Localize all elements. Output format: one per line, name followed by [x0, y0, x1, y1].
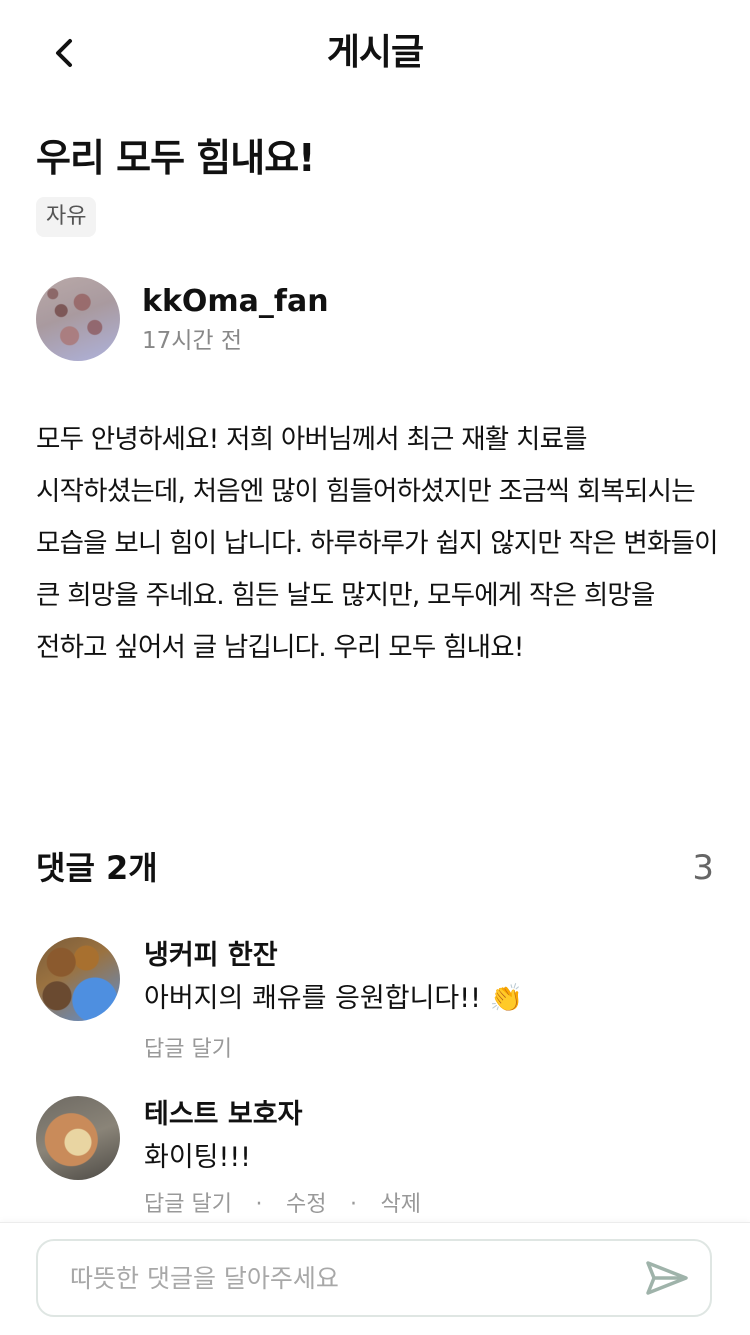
comment-actions: 답글 달기 [144, 1034, 232, 1066]
comments-title: 댓글 2개 [36, 849, 158, 887]
header: 게시글 [0, 0, 750, 106]
comment-input-bar [0, 1222, 750, 1335]
commenter-name[interactable]: 테스트 보호자 [144, 1096, 302, 1134]
post-timestamp: 17시간 전 [142, 328, 243, 354]
category-badge: 자유 [36, 197, 97, 237]
author-name[interactable]: kkOma_fan [142, 282, 329, 322]
comment-text: 화이팅!!! [144, 1142, 251, 1173]
author-avatar[interactable] [36, 277, 120, 361]
commenter-name[interactable]: 냉커피 한잔 [144, 937, 278, 975]
separator-dot: · [255, 1192, 263, 1217]
reply-button[interactable]: 답글 달기 [144, 1189, 232, 1221]
comment-input-container [36, 1239, 712, 1317]
commenter-avatar[interactable] [36, 1096, 120, 1180]
comment-text: 아버지의 쾌유를 응원합니다!! 👏 [144, 983, 524, 1014]
page-title: 게시글 [326, 32, 424, 73]
send-button[interactable] [642, 1253, 692, 1303]
comments-count: 3 [692, 848, 714, 888]
edit-button[interactable]: 수정 [286, 1189, 326, 1221]
post-body: 모두 안녕하세요! 저희 아버님께서 최근 재활 치료를 시작하셨는데, 처음엔… [36, 424, 719, 663]
reply-button[interactable]: 답글 달기 [144, 1034, 232, 1066]
separator-dot: · [349, 1192, 357, 1217]
post-title: 우리 모두 힘내요! [36, 136, 316, 180]
delete-button[interactable]: 삭제 [380, 1189, 420, 1221]
comment-input[interactable] [68, 1247, 612, 1309]
send-icon [646, 1261, 688, 1295]
comment-actions: 답글 달기 · 수정 · 삭제 [144, 1189, 421, 1221]
commenter-avatar[interactable] [36, 937, 120, 1021]
